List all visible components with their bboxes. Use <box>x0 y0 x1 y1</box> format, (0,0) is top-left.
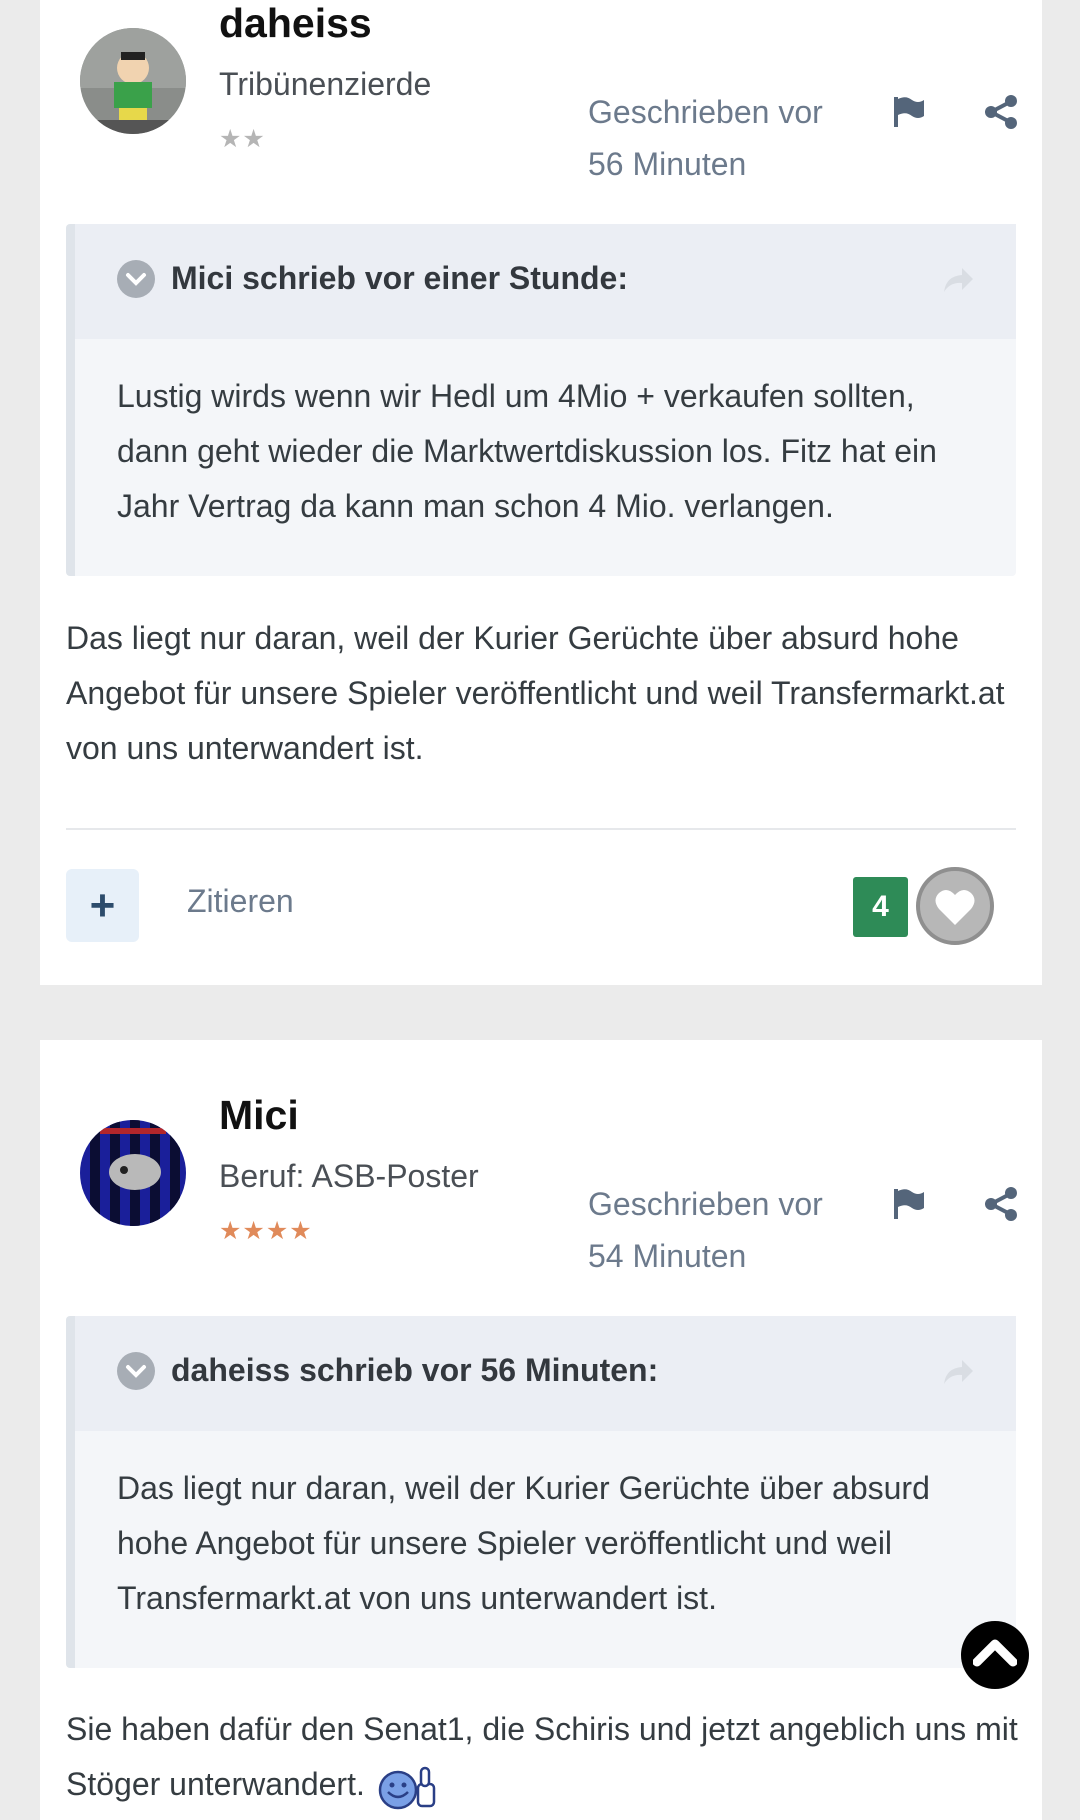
share-arrow-icon[interactable] <box>940 1354 976 1390</box>
quote-text: Das liegt nur daran, weil der Kurier Ger… <box>117 1470 930 1616</box>
quote-header: Mici schrieb vor einer Stunde: <box>75 224 1016 339</box>
rank-stars: ★★★★ <box>219 1217 313 1245</box>
flag-icon[interactable] <box>891 1186 927 1222</box>
thumbs-up-smiley-icon <box>378 1766 435 1809</box>
chevron-down-icon[interactable] <box>117 260 155 298</box>
share-icon[interactable] <box>983 1186 1019 1222</box>
share-arrow-icon[interactable] <box>940 262 976 298</box>
post-body: Sie haben dafür den Senat1, die Schiris … <box>66 1702 1036 1812</box>
post-timestamp[interactable]: Geschrieben vor 56 Minuten <box>588 86 848 190</box>
post-card: Mici Beruf: ASB-Poster ★★★★ Geschrieben … <box>40 1040 1042 1820</box>
author-name[interactable]: Mici <box>219 1092 299 1139</box>
rank-stars: ★★ <box>219 125 266 153</box>
quote-text: Lustig wirds wenn wir Hedl um 4Mio + ver… <box>117 378 937 524</box>
quote-button[interactable]: Zitieren <box>187 883 294 920</box>
post-body-text: Sie haben dafür den Senat1, die Schiris … <box>66 1711 1018 1802</box>
scroll-to-top-button[interactable] <box>961 1621 1029 1689</box>
post-body: Das liegt nur daran, weil der Kurier Ger… <box>66 620 1005 766</box>
avatar[interactable] <box>80 1120 186 1226</box>
author-rank: Beruf: ASB-Poster <box>219 1158 479 1194</box>
plus-icon: + <box>89 881 116 930</box>
post-timestamp[interactable]: Geschrieben vor 54 Minuten <box>588 1178 848 1282</box>
author-name[interactable]: daheiss <box>219 0 372 47</box>
divider <box>66 828 1016 830</box>
chevron-up-icon <box>973 1639 1017 1667</box>
quote-block: Mici schrieb vor einer Stunde: Lustig wi… <box>66 224 1016 576</box>
quote-block: daheiss schrieb vor 56 Minuten: Das lieg… <box>66 1316 1016 1668</box>
quote-header: daheiss schrieb vor 56 Minuten: <box>75 1316 1016 1431</box>
heart-icon <box>935 889 975 925</box>
reaction-count[interactable]: 4 <box>853 877 908 937</box>
post-card: daheiss Tribünenzierde ★★ Geschrieben vo… <box>40 0 1042 985</box>
author-rank: Tribünenzierde <box>219 66 432 102</box>
quote-citation[interactable]: daheiss schrieb vor 56 Minuten: <box>171 1352 658 1389</box>
like-button[interactable] <box>916 867 994 945</box>
quote-citation[interactable]: Mici schrieb vor einer Stunde: <box>171 260 628 297</box>
flag-icon[interactable] <box>891 94 927 130</box>
avatar[interactable] <box>80 28 186 134</box>
share-icon[interactable] <box>983 94 1019 130</box>
chevron-down-icon[interactable] <box>117 1352 155 1390</box>
multiquote-button[interactable]: + <box>66 869 139 942</box>
